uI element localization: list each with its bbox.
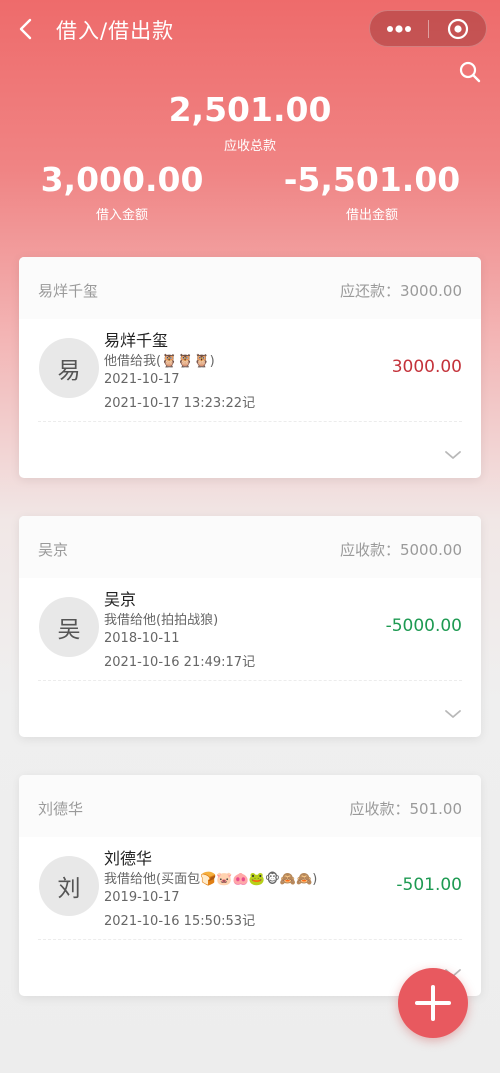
total-receivable-label: 应收总款 xyxy=(223,139,276,154)
target-close-icon xyxy=(447,18,469,39)
record-timestamp: 2021-10-17 13:23:22记 xyxy=(104,396,256,411)
add-record-button[interactable] xyxy=(398,968,468,1038)
divider xyxy=(38,680,462,681)
plus-icon-bar xyxy=(431,985,435,1021)
page-title: 借入/借出款 xyxy=(56,19,175,43)
record-timestamp: 2021-10-16 15:50:53记 xyxy=(104,914,256,929)
mini-program-capsule xyxy=(369,10,487,47)
record-due-amount: 应还款：3000.00 xyxy=(339,282,462,300)
lent-amount-label: 借出金额 xyxy=(345,208,398,223)
person-name: 易烊千玺 xyxy=(104,331,169,350)
search-button[interactable] xyxy=(458,60,482,84)
avatar: 吴 xyxy=(39,597,99,657)
search-icon xyxy=(459,61,481,83)
person-name: 刘德华 xyxy=(104,849,153,868)
more-dots-icon xyxy=(387,24,411,33)
chevron-left-icon xyxy=(19,18,32,40)
back-button[interactable] xyxy=(12,14,42,44)
record-due-amount: 应收款：501.00 xyxy=(349,800,463,818)
borrowed-amount-value: 3,000.00 xyxy=(40,160,204,199)
record-header-name: 吴京 xyxy=(38,541,69,559)
record-card[interactable]: 刘德华 应收款：501.00 刘 刘德华 我借给他(买面包🍞🐷🐽🐸🐵🙈🙈) 20… xyxy=(19,775,481,996)
record-card-header: 刘德华 应收款：501.00 xyxy=(19,775,481,837)
record-date: 2019-10-17 xyxy=(104,890,180,905)
record-date: 2021-10-17 xyxy=(104,372,180,387)
record-due-amount: 应收款：5000.00 xyxy=(339,541,462,559)
person-name: 吴京 xyxy=(104,590,137,609)
record-card-header: 易烊千玺 应还款：3000.00 xyxy=(19,257,481,319)
divider xyxy=(38,421,462,422)
total-receivable-value: 2,501.00 xyxy=(168,90,332,129)
record-amount: -501.00 xyxy=(396,875,462,895)
avatar: 刘 xyxy=(39,856,99,916)
record-note: 我借给他(拍拍战狼) xyxy=(104,613,219,628)
record-note: 他借给我(🦉🦉🦉) xyxy=(104,354,215,369)
record-card[interactable]: 易烊千玺 应还款：3000.00 易 易烊千玺 他借给我(🦉🦉🦉) 2021-1… xyxy=(19,257,481,478)
record-timestamp: 2021-10-16 21:49:17记 xyxy=(104,655,256,670)
borrowed-amount-label: 借入金额 xyxy=(95,208,148,223)
record-card[interactable]: 吴京 应收款：5000.00 吴 吴京 我借给他(拍拍战狼) 2018-10-1… xyxy=(19,516,481,737)
record-card-header: 吴京 应收款：5000.00 xyxy=(19,516,481,578)
record-amount: 3000.00 xyxy=(391,357,462,377)
top-bar: 借入/借出款 xyxy=(0,0,500,62)
record-date: 2018-10-11 xyxy=(104,631,180,646)
chevron-down-icon[interactable] xyxy=(444,449,462,461)
avatar: 易 xyxy=(39,338,99,398)
divider xyxy=(38,939,462,940)
record-note: 我借给他(买面包🍞🐷🐽🐸🐵🙈🙈) xyxy=(104,872,318,887)
record-amount: -5000.00 xyxy=(385,616,462,636)
chevron-down-icon[interactable] xyxy=(444,708,462,720)
close-button[interactable] xyxy=(429,11,487,46)
record-header-name: 易烊千玺 xyxy=(38,282,99,300)
lent-amount-value: -5,501.00 xyxy=(283,160,461,199)
record-header-name: 刘德华 xyxy=(38,800,84,818)
more-button[interactable] xyxy=(370,11,428,46)
